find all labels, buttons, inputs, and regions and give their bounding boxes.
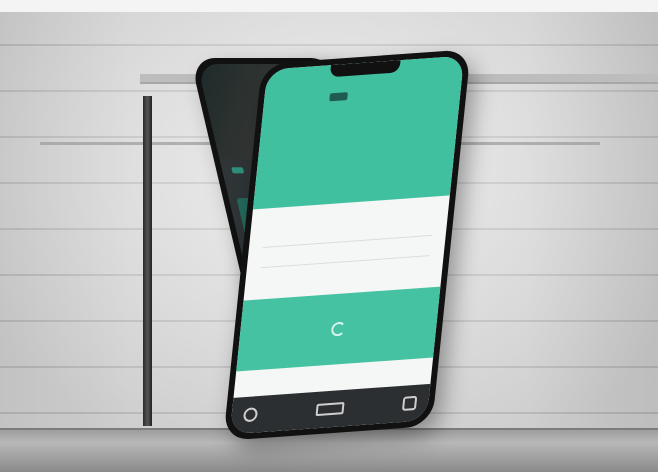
menu-item[interactable] [262,228,433,248]
front-phone-screen [229,55,465,435]
floor [0,430,658,472]
app-logo [329,92,348,102]
front-phone [223,49,471,441]
scene [0,0,658,472]
ticket-icon[interactable] [315,402,345,417]
bottom-tab-bar [229,383,431,435]
hero-banner [252,55,465,210]
hero-subtitle [277,140,436,151]
hero-headline [279,116,438,127]
menu-item[interactable] [260,249,431,269]
menu-icon[interactable] [401,395,418,411]
refresh-button[interactable] [236,286,441,372]
app-logo [231,167,245,174]
refresh-icon [330,321,346,337]
home-icon[interactable] [242,407,259,423]
ceiling-band [0,0,658,12]
black-pipe [143,96,152,426]
